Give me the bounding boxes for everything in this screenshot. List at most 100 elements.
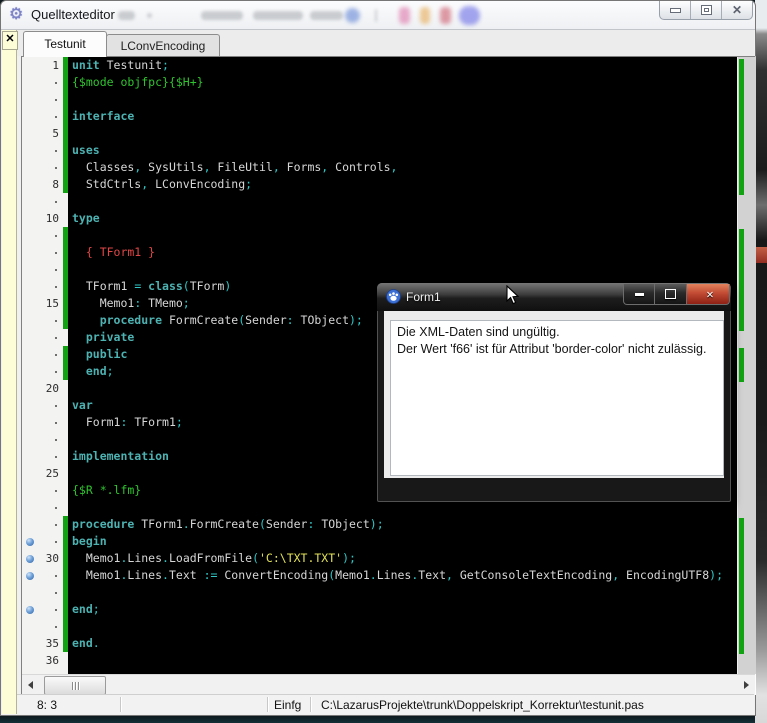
- overview-marks-bar[interactable]: [737, 57, 756, 674]
- gutter-line[interactable]: [22, 108, 68, 125]
- code-token: end: [72, 364, 107, 378]
- code-line[interactable]: unit Testunit;: [68, 57, 737, 74]
- code-token: ;: [162, 58, 169, 72]
- code-token: ,: [391, 160, 398, 174]
- code-line[interactable]: type: [68, 210, 737, 227]
- gutter-line[interactable]: 30: [22, 550, 68, 567]
- statusbar-divider: [310, 697, 311, 712]
- line-number: 1: [52, 59, 59, 72]
- gutter-line[interactable]: 36: [22, 652, 68, 669]
- gutter-line[interactable]: 10: [22, 210, 68, 227]
- scroll-right-icon: [744, 681, 753, 689]
- gutter-line[interactable]: 5: [22, 125, 68, 142]
- close-button[interactable]: ✕: [722, 1, 752, 19]
- form1-maximize-button[interactable]: [655, 284, 686, 305]
- code-token: Text: [169, 568, 204, 582]
- form1-close-button[interactable]: ✕: [686, 284, 730, 305]
- gutter-line[interactable]: [22, 567, 68, 584]
- scroll-right-button[interactable]: [739, 677, 755, 693]
- gutter-line[interactable]: [22, 499, 68, 516]
- gutter-line[interactable]: 25: [22, 465, 68, 482]
- scrollbar-thumb[interactable]: [44, 676, 106, 695]
- gutter-line[interactable]: [22, 346, 68, 363]
- gutter-line[interactable]: [22, 74, 68, 91]
- gutter-line[interactable]: 15: [22, 295, 68, 312]
- maximize-button[interactable]: [691, 1, 722, 19]
- gutter-line[interactable]: [22, 193, 68, 210]
- code-token: type: [72, 211, 100, 225]
- gutter-line[interactable]: [22, 227, 68, 244]
- code-line[interactable]: [68, 261, 737, 278]
- gutter-line[interactable]: 20: [22, 380, 68, 397]
- gutter-line[interactable]: [22, 159, 68, 176]
- code-line[interactable]: Memo1.Lines.Text := ConvertEncoding(Memo…: [68, 567, 737, 584]
- gutter-line[interactable]: [22, 414, 68, 431]
- code-line[interactable]: StdCtrls, LConvEncoding;: [68, 176, 737, 193]
- gutter-line[interactable]: [22, 618, 68, 635]
- code-line[interactable]: procedure TForm1.FormCreate(Sender: TObj…: [68, 516, 737, 533]
- line-number: [55, 252, 57, 254]
- code-line[interactable]: [68, 125, 737, 142]
- gutter-line[interactable]: [22, 431, 68, 448]
- gutter-line[interactable]: 1: [22, 57, 68, 74]
- code-line[interactable]: end.: [68, 635, 737, 652]
- gutter-line[interactable]: [22, 261, 68, 278]
- gutter-line[interactable]: [22, 312, 68, 329]
- tab-lconvencoding[interactable]: LConvEncoding: [106, 34, 220, 57]
- code-token: (: [252, 551, 259, 565]
- code-line[interactable]: [68, 227, 737, 244]
- horizontal-scrollbar[interactable]: [22, 674, 755, 695]
- form1-minimize-button[interactable]: [623, 284, 655, 305]
- gutter-line[interactable]: [22, 363, 68, 380]
- gutter-line[interactable]: [22, 329, 68, 346]
- code-token: Lines: [377, 568, 412, 582]
- minimize-button[interactable]: [660, 1, 691, 19]
- code-token: ConvertEncoding: [217, 568, 328, 582]
- code-token: Sender: [266, 517, 308, 531]
- gutter-line[interactable]: [22, 482, 68, 499]
- memo-text[interactable]: Die XML-Daten sind ungültig.Der Wert 'f6…: [390, 320, 724, 476]
- code-line[interactable]: interface: [68, 108, 737, 125]
- gutter-line[interactable]: [22, 278, 68, 295]
- code-line[interactable]: [68, 91, 737, 108]
- gutter-line[interactable]: [22, 244, 68, 261]
- line-number: [55, 371, 57, 373]
- close-tab-button[interactable]: ✕: [2, 31, 18, 50]
- gutter-line[interactable]: [22, 584, 68, 601]
- code-token: ): [224, 279, 231, 293]
- gutter-line[interactable]: [22, 397, 68, 414]
- code-line[interactable]: [68, 618, 737, 635]
- code-token: Controls: [328, 160, 390, 174]
- code-line[interactable]: Classes, SysUtils, FileUtil, Forms, Cont…: [68, 159, 737, 176]
- code-line[interactable]: uses: [68, 142, 737, 159]
- code-line[interactable]: end;: [68, 601, 737, 618]
- maximize-icon: [701, 5, 712, 15]
- gutter-line[interactable]: [22, 91, 68, 108]
- tab-testunit[interactable]: Testunit: [23, 31, 107, 57]
- code-line[interactable]: begin: [68, 533, 737, 550]
- code-line[interactable]: [68, 652, 737, 669]
- line-number: [55, 541, 57, 543]
- gutter-line[interactable]: [22, 601, 68, 618]
- code-token: FormCreate: [190, 517, 259, 531]
- gutter-line[interactable]: [22, 142, 68, 159]
- code-line[interactable]: { TForm1 }: [68, 244, 737, 261]
- scroll-left-button[interactable]: [22, 677, 38, 693]
- line-number: [55, 456, 57, 458]
- line-number: [55, 439, 57, 441]
- code-token: .: [162, 551, 169, 565]
- code-line[interactable]: [68, 584, 737, 601]
- code-token: EncodingUTF8: [619, 568, 709, 582]
- code-token: (: [183, 279, 190, 293]
- code-token: Text: [418, 568, 446, 582]
- editor-left-strip: ✕: [2, 30, 17, 714]
- gutter-line[interactable]: [22, 516, 68, 533]
- gutter-line[interactable]: [22, 533, 68, 550]
- insert-mode: Einfg: [274, 698, 301, 712]
- code-line[interactable]: Memo1.Lines.LoadFromFile('C:\TXT.TXT');: [68, 550, 737, 567]
- code-line[interactable]: [68, 193, 737, 210]
- gutter-line[interactable]: 8: [22, 176, 68, 193]
- gutter-line[interactable]: 35: [22, 635, 68, 652]
- code-line[interactable]: {$mode objfpc}{$H+}: [68, 74, 737, 91]
- gutter-line[interactable]: [22, 448, 68, 465]
